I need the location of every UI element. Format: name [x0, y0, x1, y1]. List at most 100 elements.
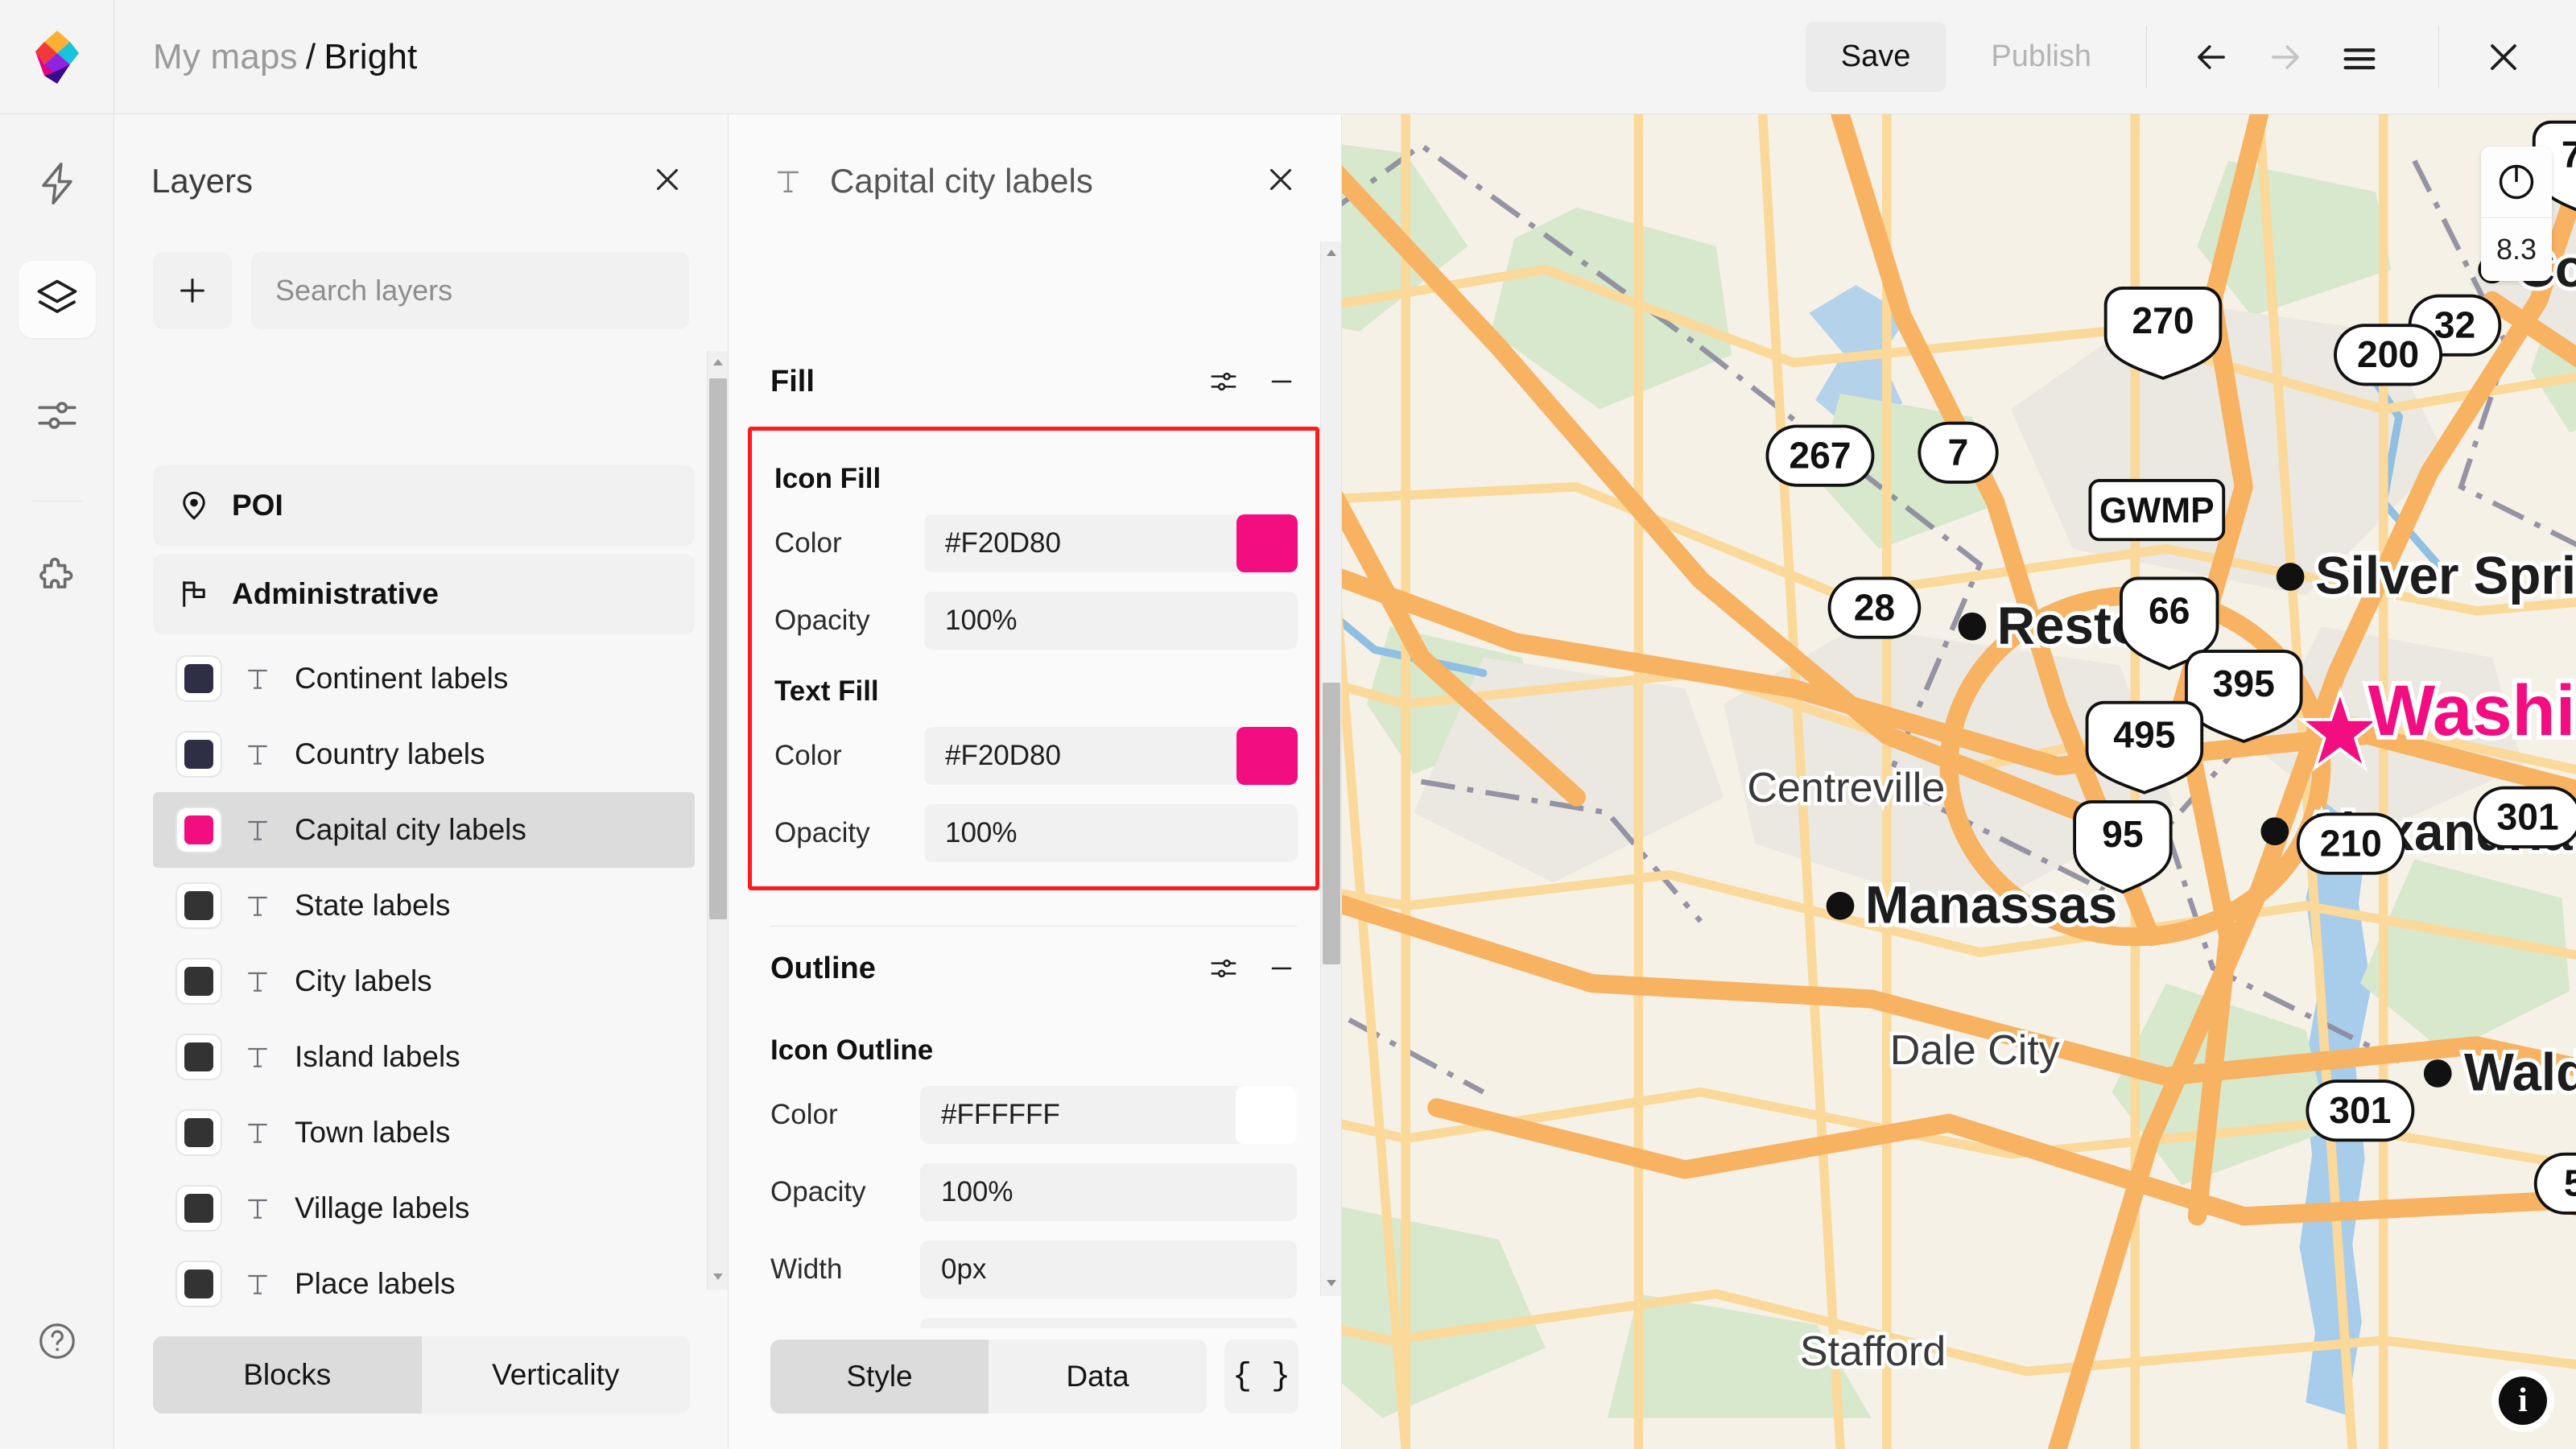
layer-item-country-labels[interactable]: Country labels — [153, 716, 695, 792]
scroll-up-arrow-icon[interactable] — [712, 351, 724, 375]
scroll-down-arrow-icon[interactable] — [712, 1265, 724, 1290]
forward-button[interactable] — [2248, 20, 2322, 94]
color-swatch-button[interactable] — [1236, 514, 1298, 572]
scrollbar-thumb[interactable] — [1323, 683, 1340, 964]
scrollbar-track[interactable] — [708, 375, 728, 1265]
field-value-text: #FFFFFF — [920, 1099, 1060, 1131]
field-input[interactable]: 100% — [924, 592, 1298, 650]
sidebar-item-layers[interactable] — [19, 261, 96, 338]
field-input[interactable]: #F20D80 — [924, 514, 1298, 572]
zoom-level-display[interactable]: 8.3 — [2481, 218, 2552, 281]
minus-icon[interactable] — [1266, 953, 1297, 984]
layer-item-continent-labels[interactable]: Continent labels — [153, 641, 695, 716]
field-input[interactable]: 100% — [920, 1163, 1297, 1221]
info-icon: i — [2518, 1381, 2528, 1420]
layer-group-poi[interactable]: POI — [153, 465, 695, 546]
field-icon-fill-opacity[interactable]: Opacity 100% — [774, 585, 1298, 656]
field-text-fill-opacity[interactable]: Opacity 100% — [774, 798, 1298, 869]
sidebar-item-plugins[interactable] — [19, 539, 96, 616]
map-canvas[interactable]: Baltimore Columbia Glen Burnie esburg nb… — [1342, 114, 2576, 1449]
field-icon-outline-opacity[interactable]: Opacity 100% — [770, 1157, 1297, 1228]
section-header-outline[interactable]: Outline — [770, 927, 1297, 1010]
layer-color-swatch[interactable] — [177, 657, 221, 700]
layer-item-label: State labels — [295, 889, 450, 923]
sliders-icon[interactable] — [1208, 366, 1239, 397]
layer-item-city-labels[interactable]: City labels — [153, 943, 695, 1019]
add-layer-button[interactable] — [153, 252, 232, 329]
svg-text:495: 495 — [2113, 714, 2175, 756]
layer-color-swatch[interactable] — [177, 1187, 221, 1230]
color-swatch-button[interactable] — [1236, 1086, 1297, 1144]
close-icon — [649, 161, 686, 198]
arrow-right-icon — [2264, 36, 2306, 78]
field-icon-outline-width[interactable]: Width 0px — [770, 1234, 1297, 1305]
layers-search-box[interactable] — [251, 252, 689, 329]
tab-style[interactable]: Style — [770, 1340, 989, 1414]
layers-scrollbar[interactable] — [707, 351, 728, 1290]
field-input[interactable]: 0px — [920, 1241, 1297, 1298]
sliders-icon[interactable] — [1208, 953, 1239, 984]
menu-button[interactable] — [2322, 20, 2396, 94]
section-header-fill[interactable]: Fill — [770, 340, 1297, 423]
svg-text:395: 395 — [2213, 663, 2275, 704]
tab-blocks[interactable]: Blocks — [153, 1336, 422, 1414]
fill-highlight-box: Icon Fill Color #F20D80 Opacity 100% Tex… — [748, 427, 1319, 890]
field-input[interactable]: 100% — [924, 804, 1298, 862]
layer-item-island-labels[interactable]: Island labels — [153, 1019, 695, 1095]
svg-text:200: 200 — [2357, 333, 2419, 375]
layer-item-town-labels[interactable]: Town labels — [153, 1095, 695, 1170]
minus-icon[interactable] — [1266, 366, 1297, 397]
layer-color-swatch[interactable] — [177, 960, 221, 1003]
layer-color-swatch[interactable] — [177, 808, 221, 852]
color-swatch-button[interactable] — [1236, 727, 1298, 785]
scroll-up-arrow-icon[interactable] — [1325, 242, 1338, 266]
layer-color-swatch[interactable] — [177, 884, 221, 927]
field-input[interactable]: #FFFFFF — [920, 1086, 1297, 1144]
layer-color-swatch[interactable] — [177, 1035, 221, 1079]
properties-scroll-area: Fill Icon Fill Color #F20D80 — [729, 340, 1342, 1328]
layer-color-swatch[interactable] — [177, 733, 221, 776]
svg-text:Dale City: Dale City — [1890, 1027, 2060, 1074]
help-circle-icon — [35, 1319, 79, 1363]
field-icon-outline-color[interactable]: Color #FFFFFF — [770, 1080, 1297, 1150]
properties-scrollbar[interactable] — [1320, 242, 1341, 1296]
close-properties-panel-button[interactable] — [1257, 156, 1304, 205]
save-button[interactable]: Save — [1806, 22, 1946, 92]
field-icon-fill-color[interactable]: Color #F20D80 — [774, 508, 1298, 579]
field-value-text: 100% — [920, 1176, 1013, 1208]
help-button[interactable] — [19, 1302, 96, 1380]
layer-item-place-labels[interactable]: Place labels — [153, 1246, 695, 1322]
layer-color-swatch[interactable] — [177, 1262, 221, 1306]
text-layer-icon — [242, 1041, 274, 1073]
layer-item-capital-city-labels[interactable]: Capital city labels — [153, 792, 695, 868]
text-layer-icon — [770, 163, 806, 199]
field-input[interactable]: #F20D80 — [924, 727, 1298, 785]
publish-button[interactable]: Publish — [1963, 22, 2119, 92]
close-window-button[interactable] — [2467, 20, 2541, 94]
scrollbar-thumb[interactable] — [709, 378, 727, 919]
field-input[interactable]: 0 — [920, 1318, 1297, 1328]
scrollbar-track[interactable] — [1321, 266, 1341, 1272]
map-info-button[interactable]: i — [2499, 1377, 2547, 1425]
scroll-down-arrow-icon[interactable] — [1325, 1272, 1338, 1296]
layer-color-swatch[interactable] — [177, 1111, 221, 1154]
shield-5: 5 — [2537, 1156, 2576, 1212]
hamburger-menu-icon — [2339, 36, 2380, 78]
search-layers-input[interactable] — [275, 274, 665, 308]
back-button[interactable] — [2174, 20, 2248, 94]
layer-group-administrative[interactable]: Administrative — [153, 554, 695, 634]
tab-verticality[interactable]: Verticality — [422, 1336, 691, 1414]
field-text-fill-color[interactable]: Color #F20D80 — [774, 720, 1298, 791]
compass-button[interactable] — [2481, 147, 2552, 217]
breadcrumb-parent[interactable]: My maps — [153, 37, 298, 77]
close-layers-panel-button[interactable] — [644, 156, 691, 205]
sidebar-item-settings[interactable] — [19, 377, 96, 454]
tab-data[interactable]: Data — [989, 1340, 1207, 1414]
code-editor-button[interactable]: { } — [1224, 1340, 1298, 1414]
field-icon-outline-blur[interactable]: Blur 0 — [770, 1311, 1297, 1328]
layer-item-village-labels[interactable]: Village labels — [153, 1170, 695, 1246]
shield-28: 28 — [1831, 580, 1918, 635]
sidebar-item-quickstart[interactable] — [19, 145, 96, 222]
app-logo[interactable] — [0, 0, 114, 114]
layer-item-state-labels[interactable]: State labels — [153, 868, 695, 943]
